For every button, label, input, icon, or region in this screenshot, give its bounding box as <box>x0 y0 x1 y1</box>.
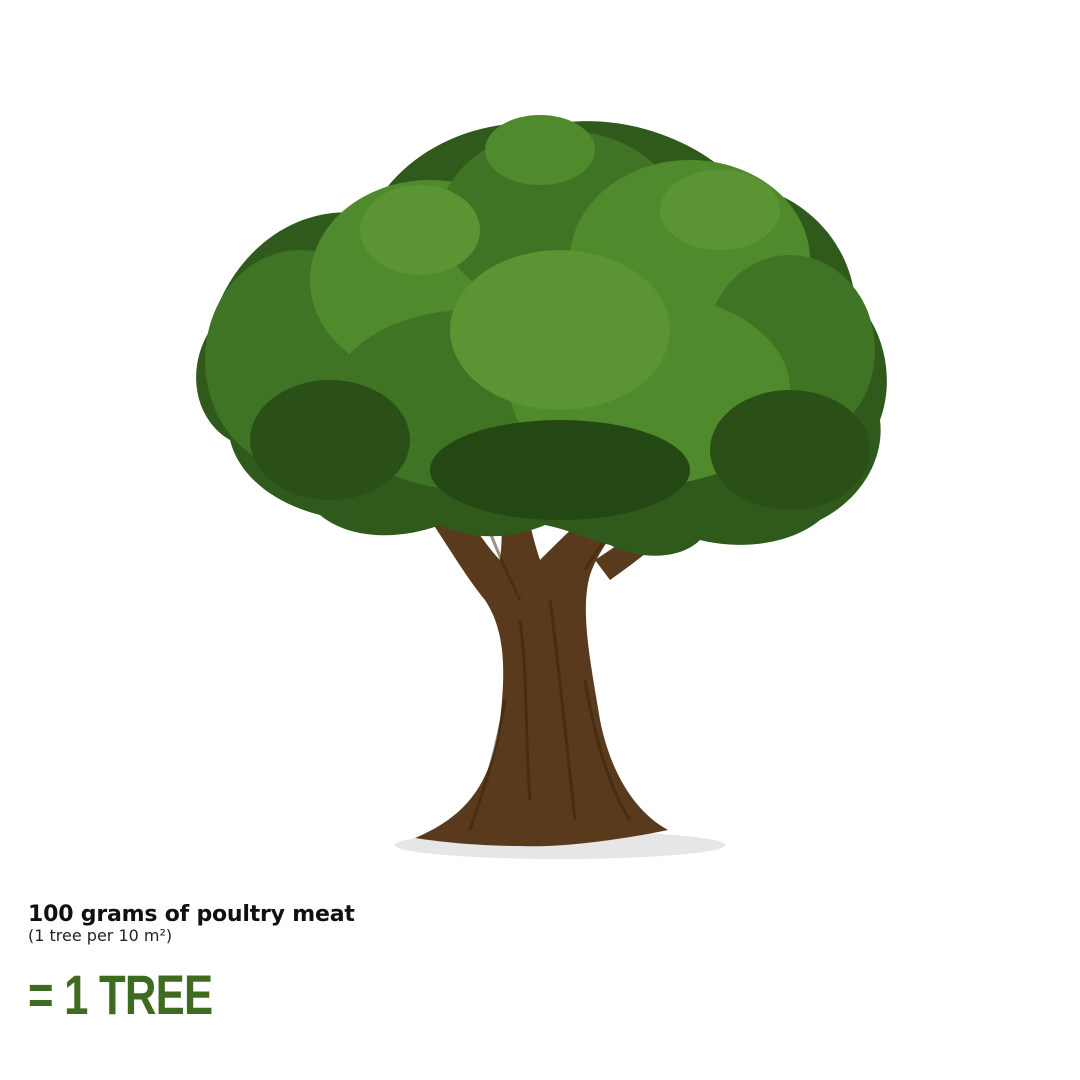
infographic-page: 100 grams of poultry meat (1 tree per 10… <box>0 0 1080 1080</box>
caption-subtitle: (1 tree per 10 m²) <box>28 926 173 945</box>
caption: 100 grams of poultry meat (1 tree per 10… <box>28 900 728 946</box>
result-text: = 1 TREE <box>28 963 213 1026</box>
tree-foliage <box>196 115 887 556</box>
